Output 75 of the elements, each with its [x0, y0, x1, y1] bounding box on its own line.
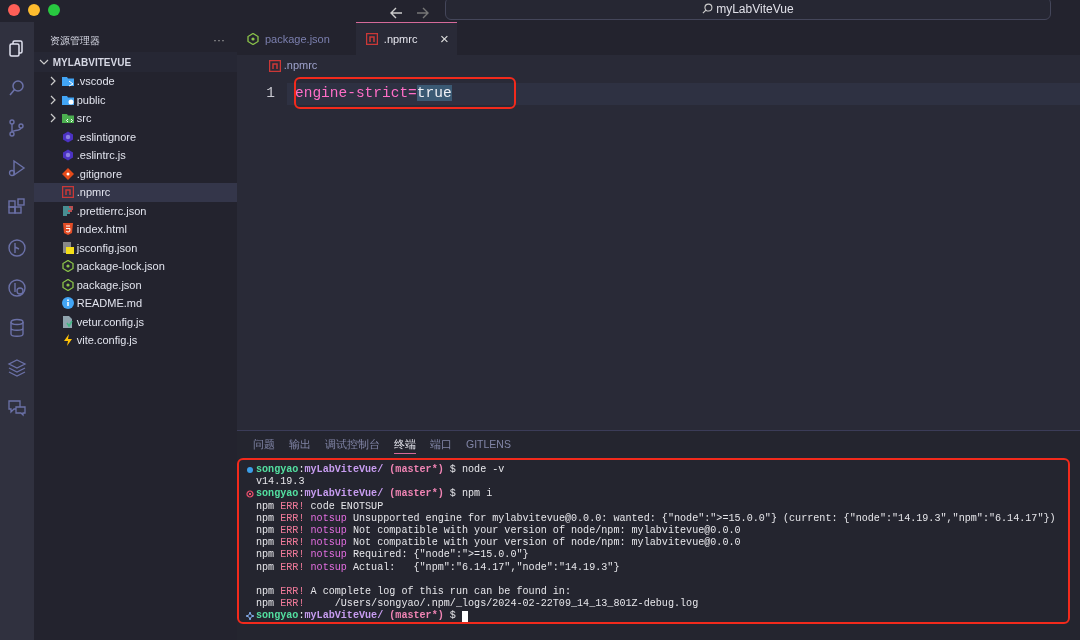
file-item[interactable]: .eslintrc.js [34, 146, 237, 165]
folder-icon [62, 75, 74, 88]
database-icon [7, 318, 27, 338]
lightning-icon [62, 334, 74, 347]
hexagon-icon [62, 278, 74, 291]
panel-tab[interactable]: 输出 [289, 437, 311, 454]
run-debug-icon [7, 158, 27, 178]
git-graph-icon [7, 238, 27, 258]
branch-icon [7, 118, 27, 138]
info-icon [62, 297, 74, 310]
folder-item[interactable]: src [34, 109, 237, 128]
terminal-line: npm ERR! notsup Not compatible with your version of node/npm: mylabvitevue@0.0.0 [256, 537, 741, 549]
file-item[interactable]: .npmrc [34, 183, 237, 202]
file-item[interactable]: jsconfig.json [34, 238, 237, 257]
terminal-line: songyao:myLabViteVue/ (master*) $ [256, 610, 456, 623]
panel-tab[interactable]: 问题 [253, 437, 275, 454]
folder-item[interactable]: .vscode [34, 72, 237, 91]
terminal-line: songyao:myLabViteVue/ (master*) $ npm i [256, 488, 493, 501]
file-item[interactable]: index.html [34, 220, 237, 239]
file-item[interactable]: vite.config.js [34, 331, 237, 350]
search-icon [702, 3, 714, 14]
terminal-line: npm ERR! code ENOTSUP [256, 500, 384, 513]
hexagon-icon [62, 130, 74, 143]
terminal-line: npm ERR! notsup Actual: {"npm":"6.14.17","node":"14.19.3"} [256, 561, 620, 574]
terminal-line: songyao:myLabViteVue/ (master*) $ node -v [256, 464, 505, 477]
terminal-line: npm ERR! A complete log of this run can be found in: [256, 585, 571, 598]
diamond-icon [62, 167, 74, 180]
editor-tab[interactable]: .npmrc × [355, 22, 457, 55]
maximize-window-button[interactable] [48, 4, 60, 16]
file-check-icon [62, 315, 74, 328]
command-center-search[interactable]: myLabViteVue [445, 0, 1051, 20]
npm-icon [269, 59, 281, 72]
npm-icon [365, 33, 378, 45]
close-window-button[interactable] [8, 4, 20, 16]
lines-icon [62, 204, 74, 217]
hexagon-icon [247, 33, 259, 45]
folder-item[interactable]: public [34, 90, 237, 109]
success-dot-icon [245, 466, 254, 475]
sidebar-title: 资源管理器 [50, 33, 100, 48]
chat-icon [7, 398, 27, 418]
file-item[interactable]: vetur.config.js [34, 312, 237, 331]
terminal-line: npm ERR! notsup Unsupported engine for mylabvitevue@0.0.0: wanted: {"node":">=15.0.0"} (current: {"node":"14.19.3","npm":"6.14.17"}) [256, 512, 1056, 525]
sparkle-icon [245, 612, 254, 621]
panel-tab[interactable]: 端口 [430, 437, 452, 454]
file-item[interactable]: .eslintignore [34, 127, 237, 146]
file-item[interactable]: .gitignore [34, 164, 237, 183]
terminal-line: npm ERR! notsup Required: {"node":">=15.0.0"} [256, 549, 529, 562]
html-icon [62, 223, 74, 236]
more-actions-button[interactable]: ··· [213, 31, 225, 49]
npm-icon [62, 186, 74, 199]
search-text: myLabViteVue [716, 0, 794, 18]
terminal-line: v14.19.3 [256, 476, 305, 489]
terminal-line: npm ERR! /Users/songyao/.npm/_logs/2024-02-22T09_14_13_801Z-debug.log [256, 598, 699, 610]
minimize-window-button[interactable] [28, 4, 40, 16]
hexagon-icon [62, 149, 74, 162]
error-icon [245, 490, 254, 499]
config-file-icon [62, 241, 74, 254]
file-item[interactable]: package.json [34, 275, 237, 294]
folder-icon [62, 112, 74, 125]
editor-tab[interactable]: package.json [237, 22, 356, 55]
layers-icon [7, 358, 27, 378]
terminal-line: npm ERR! notsup Not compatible with your version of node/npm: mylabvitevue@0.0.0 [256, 524, 741, 537]
panel-tab[interactable]: 终端 [394, 437, 416, 454]
file-item[interactable]: README.md [34, 294, 237, 313]
file-item[interactable]: .prettierrc.json [34, 201, 237, 220]
line-number: 1 [265, 84, 276, 104]
panel-tab[interactable]: 调试控制台 [325, 437, 380, 454]
close-tab-button[interactable]: × [439, 27, 449, 51]
file-item[interactable]: package-lock.json [34, 257, 237, 276]
folder-icon [62, 93, 74, 106]
search-icon [7, 78, 27, 98]
breadcrumb-item[interactable]: .npmrc [283, 57, 318, 74]
panel-tab[interactable]: GITLENS [466, 437, 511, 454]
project-header[interactable]: MYLABVITEVUE [34, 52, 237, 72]
hexagon-icon [62, 260, 74, 273]
